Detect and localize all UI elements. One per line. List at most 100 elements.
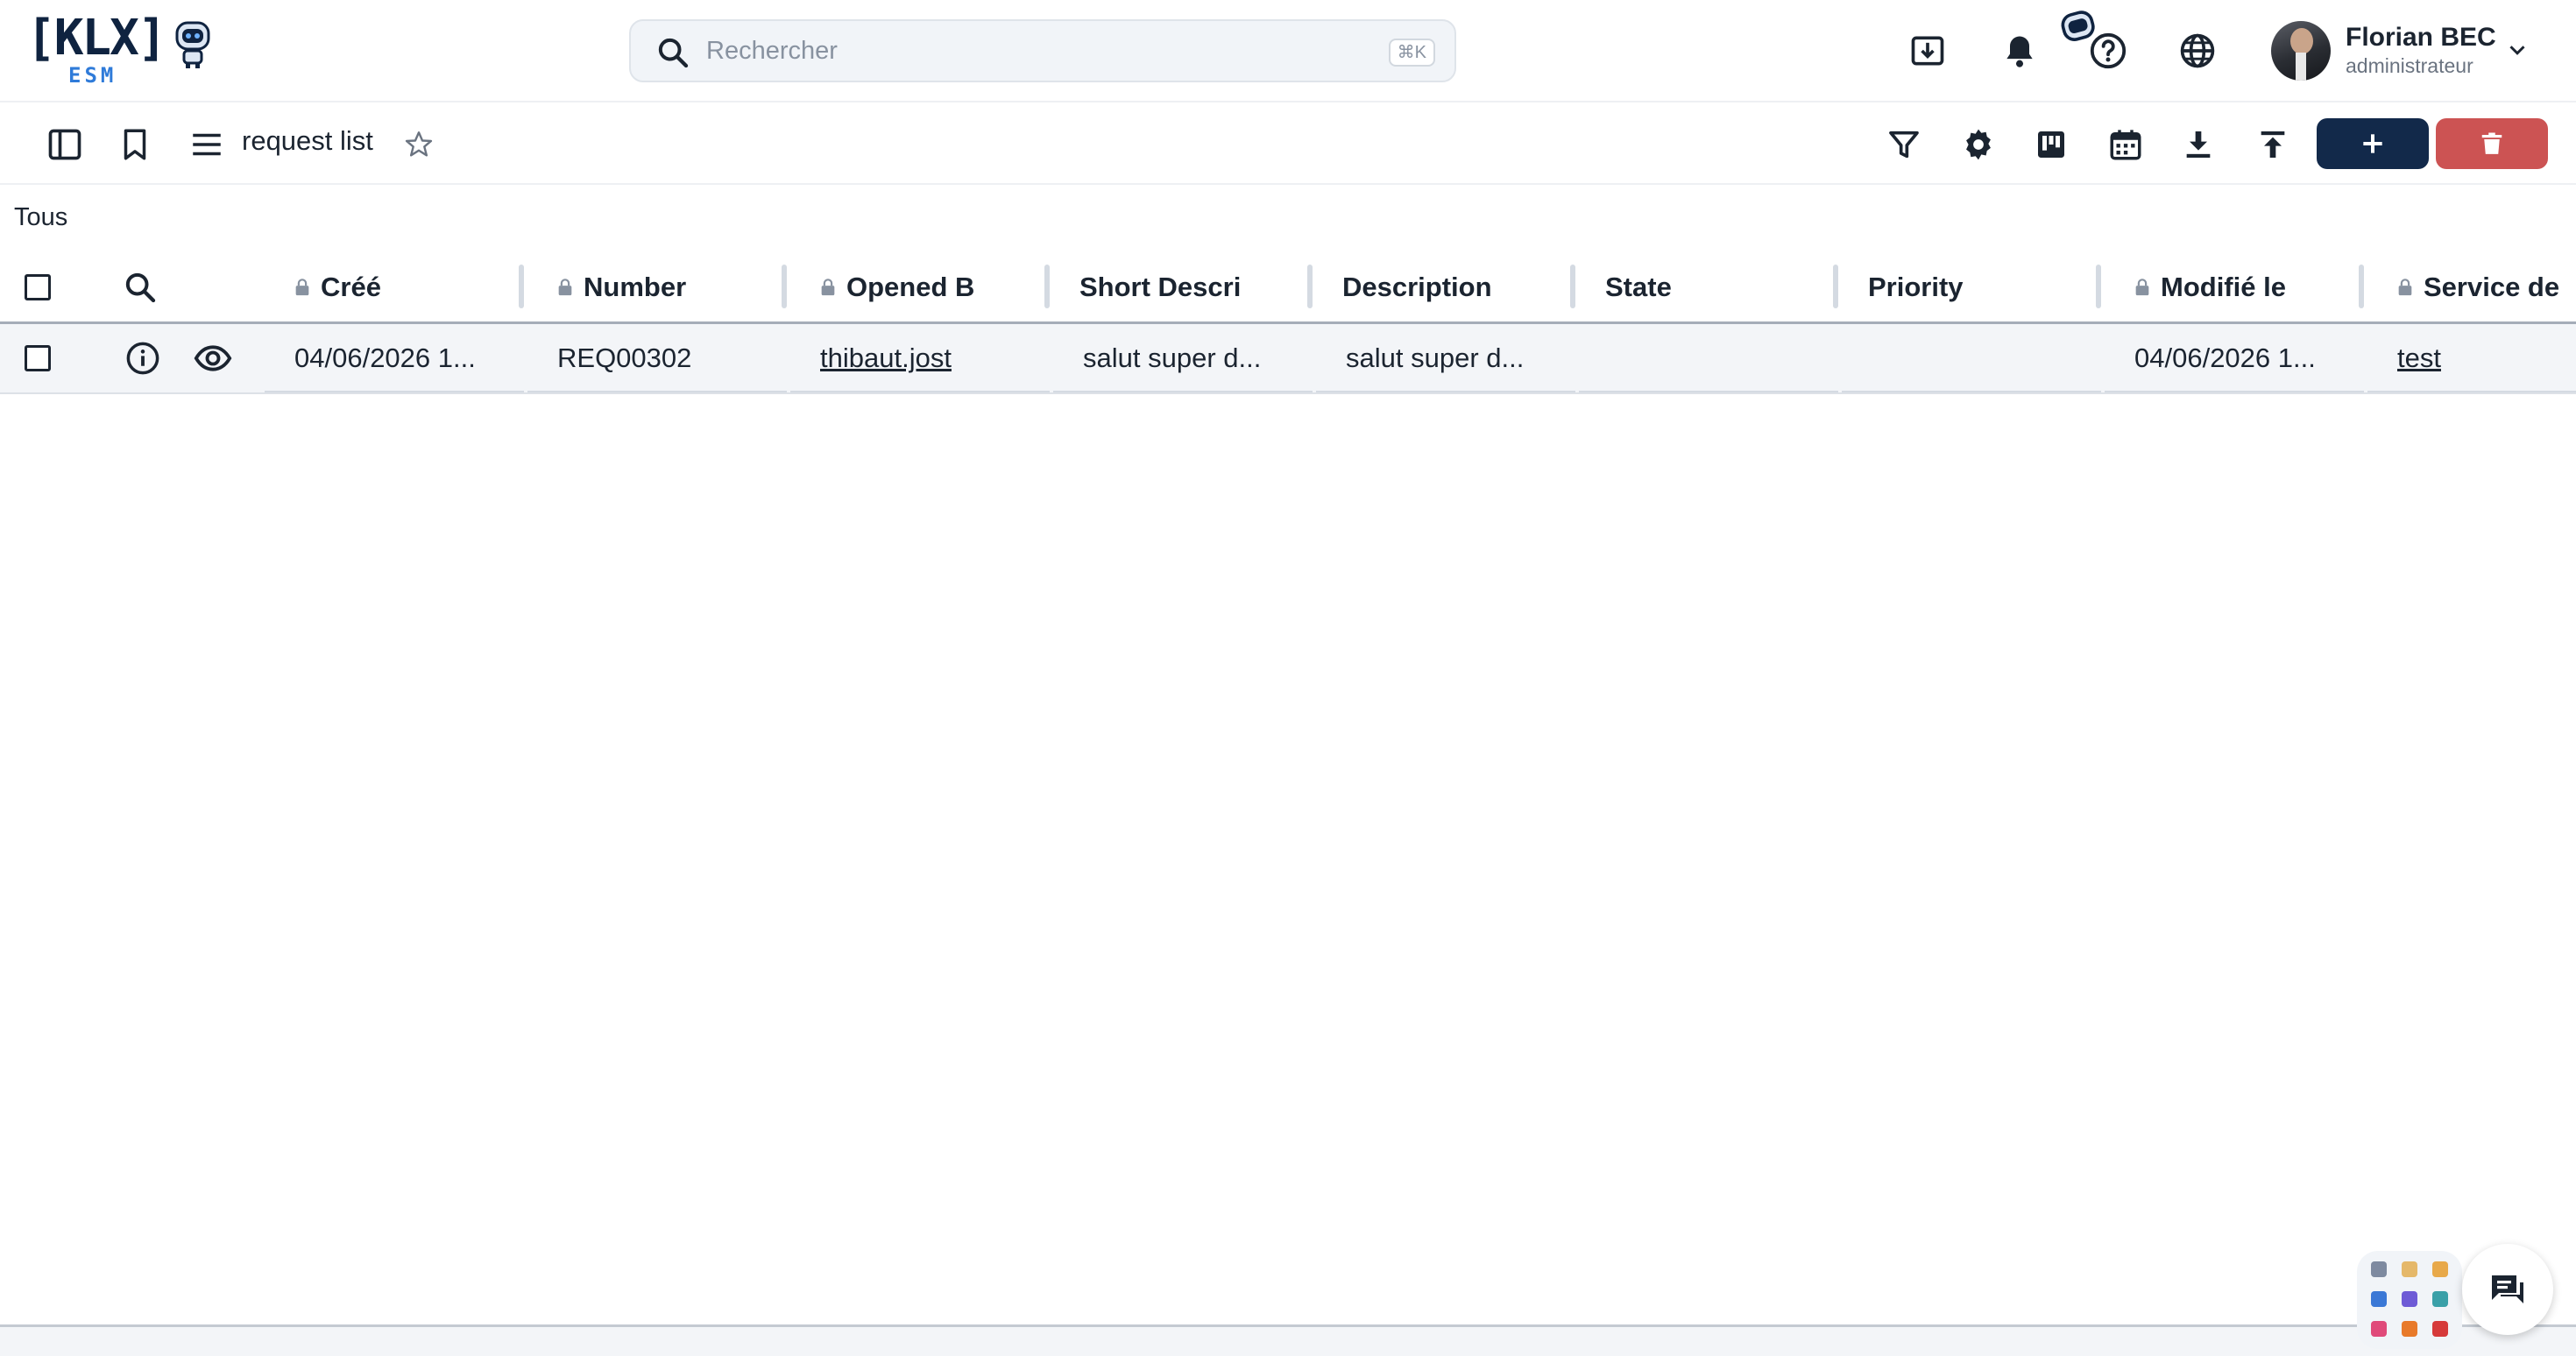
column-resize-handle[interactable] [1307, 265, 1313, 308]
list-title: request list [242, 125, 373, 156]
service-link[interactable]: test [2397, 343, 2441, 374]
column-header-number[interactable]: Number [556, 252, 775, 322]
app-launcher-icon[interactable] [2432, 1321, 2448, 1337]
column-resize-handle[interactable] [1044, 265, 1050, 308]
column-header-created[interactable]: Créé [293, 252, 512, 322]
calendar-view-button[interactable] [2098, 117, 2154, 173]
table-row[interactable]: 04/06/2026 1... REQ00302 thibaut.jost sa… [0, 324, 2576, 394]
cell-created: 04/06/2026 1... [294, 343, 476, 373]
column-resize-handle[interactable] [2359, 265, 2364, 308]
settings-button[interactable] [1950, 117, 2006, 173]
column-header-service[interactable]: Service de [2396, 252, 2576, 322]
app-launcher-icon[interactable] [2432, 1291, 2448, 1307]
column-header-state[interactable]: State [1605, 252, 1824, 322]
download-box-icon [1908, 32, 1947, 70]
user-name[interactable]: Florian BEC [2346, 23, 2496, 53]
bookmarks-button[interactable] [107, 117, 163, 173]
upload-icon [2255, 127, 2290, 162]
export-button[interactable] [2170, 117, 2226, 173]
row-info-button[interactable] [124, 324, 163, 392]
toggle-sidebar-button[interactable] [37, 117, 93, 173]
download-icon [2181, 127, 2216, 162]
bookmark-icon [117, 126, 153, 163]
column-header-short-description[interactable]: Short Descri [1079, 252, 1246, 322]
logo-subtext: ESM [68, 63, 117, 88]
language-button[interactable] [2169, 23, 2226, 79]
column-header-opened-by[interactable]: Opened B [818, 252, 990, 322]
delete-records-button[interactable] [2436, 118, 2548, 169]
filter-icon [1886, 127, 1921, 162]
app-launcher-icon[interactable] [2402, 1321, 2417, 1337]
upload-button[interactable] [2245, 117, 2301, 173]
gear-icon [1959, 125, 1998, 164]
notifications-button[interactable] [1992, 23, 2048, 79]
app-launcher[interactable] [2357, 1251, 2462, 1349]
cell-opened-by: thibaut.jost [820, 324, 1039, 392]
help-icon [2088, 31, 2128, 71]
app-launcher-icon[interactable] [2371, 1321, 2387, 1337]
cell-service: test [2397, 324, 2572, 392]
cell-modified: 04/06/2026 1... [2134, 343, 2316, 373]
lock-icon [293, 277, 312, 298]
menu-icon [188, 126, 225, 163]
column-resize-handle[interactable] [1833, 265, 1838, 308]
calendar-icon [2107, 126, 2144, 163]
search-shortcut-badge: ⌘K [1388, 39, 1435, 67]
column-resize-handle[interactable] [1570, 265, 1575, 308]
filter-button[interactable] [1876, 117, 1932, 173]
opened-by-link[interactable]: thibaut.jost [820, 343, 952, 374]
column-resize-handle[interactable] [519, 265, 524, 308]
search-icon [123, 270, 158, 305]
trash-icon [2479, 131, 2505, 157]
row-checkbox[interactable] [25, 345, 51, 371]
search-input[interactable] [706, 30, 1320, 72]
lock-icon [2133, 277, 2152, 298]
table-header: Créé Number Opened B Short Descri Descri… [0, 252, 2576, 324]
bell-icon [2000, 32, 2039, 70]
active-filter-label[interactable]: Tous [14, 203, 67, 232]
plus-icon [2359, 130, 2387, 158]
select-all-checkbox[interactable] [25, 274, 51, 300]
kanban-icon [2034, 127, 2069, 162]
help-button[interactable] [2080, 23, 2136, 79]
global-search[interactable]: ⌘K [629, 19, 1456, 82]
eye-icon [193, 338, 233, 378]
cell-priority [1872, 324, 2091, 392]
globe-icon [2178, 32, 2217, 70]
app-launcher-icon[interactable] [2402, 1291, 2417, 1307]
cell-short-description: salut super d... [1083, 343, 1262, 373]
list-menu-button[interactable] [179, 117, 235, 173]
chevron-down-icon[interactable] [2504, 37, 2530, 63]
column-resize-handle[interactable] [782, 265, 787, 308]
footer-bar [0, 1327, 2576, 1356]
app-launcher-icon[interactable] [2371, 1291, 2387, 1307]
select-all-cell [25, 252, 60, 322]
cell-description: salut super d... [1346, 343, 1525, 373]
lock-icon [556, 277, 575, 298]
klx-esm-logo[interactable]: [KLX] ESM [26, 12, 219, 88]
user-role: administrateur [2346, 54, 2473, 77]
robot-icon [173, 18, 212, 70]
row-preview-button[interactable] [193, 324, 237, 392]
lock-icon [818, 277, 838, 298]
favorite-button[interactable] [391, 117, 447, 173]
avatar[interactable] [2271, 21, 2331, 81]
column-header-priority[interactable]: Priority [1868, 252, 2087, 322]
app-launcher-icon[interactable] [2371, 1261, 2387, 1277]
column-header-modified[interactable]: Modifié le [2133, 252, 2352, 322]
cell-state [1609, 324, 1828, 392]
chat-icon [2487, 1268, 2529, 1310]
lock-icon [2396, 277, 2415, 298]
import-button[interactable] [1900, 23, 1956, 79]
column-header-description[interactable]: Description [1342, 252, 1561, 322]
kanban-view-button[interactable] [2023, 117, 2079, 173]
row-select-cell [25, 324, 60, 392]
add-record-button[interactable] [2317, 118, 2429, 169]
sidebar-toggle-icon [46, 125, 84, 164]
column-search-cell[interactable] [123, 252, 166, 322]
app-launcher-icon[interactable] [2432, 1261, 2448, 1277]
chat-button[interactable] [2462, 1244, 2553, 1335]
list-toolbar: request list [0, 102, 2576, 185]
app-launcher-icon[interactable] [2402, 1261, 2417, 1277]
column-resize-handle[interactable] [2096, 265, 2101, 308]
